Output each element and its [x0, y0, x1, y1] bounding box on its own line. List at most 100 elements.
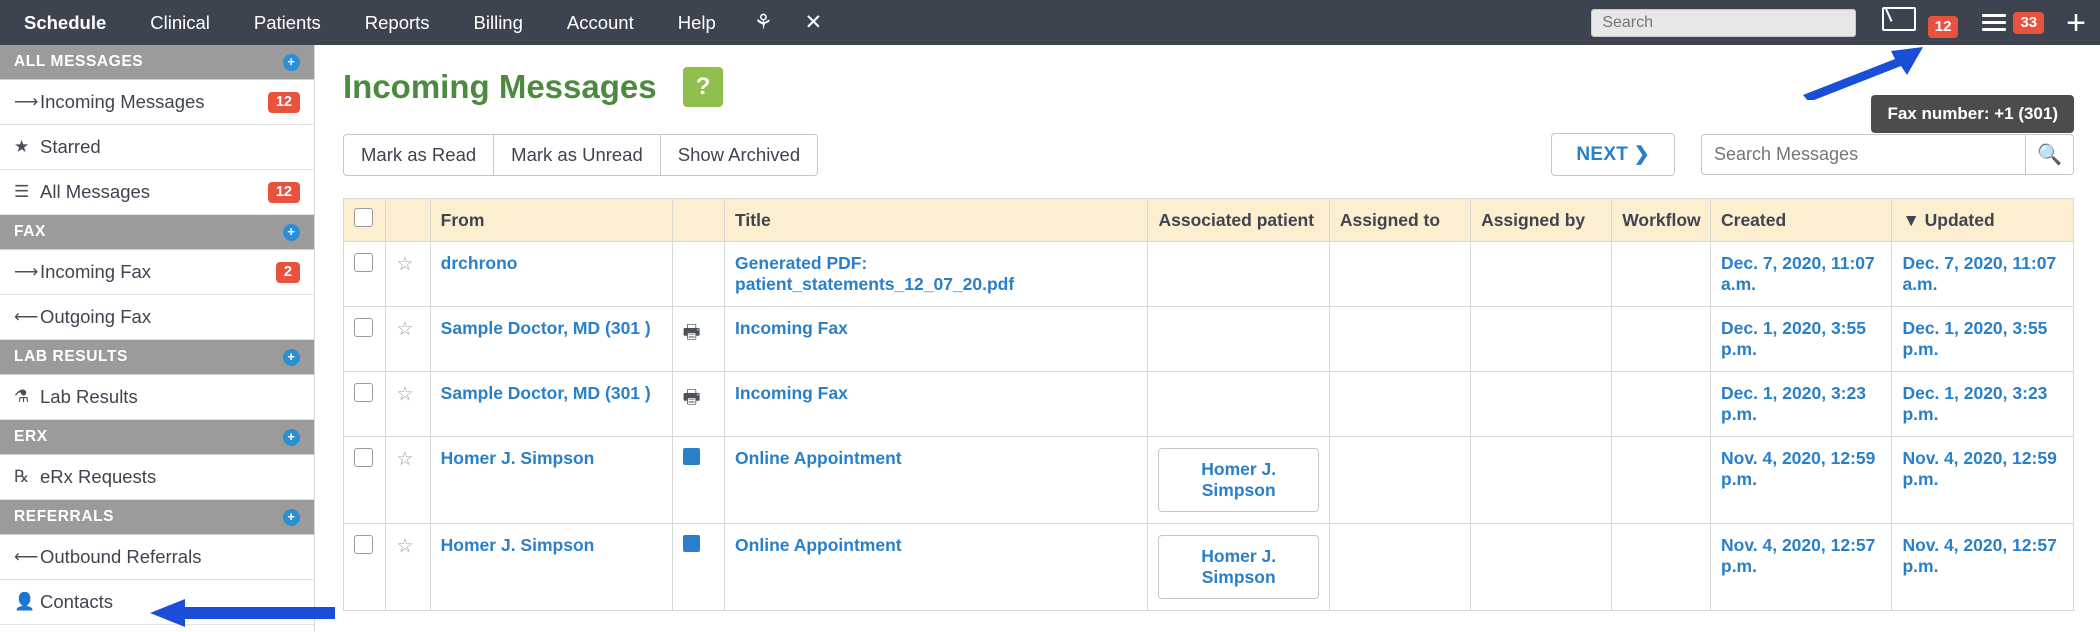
sidebar-item-label: Outbound Referrals: [40, 546, 202, 567]
add-plus-icon[interactable]: +: [2066, 6, 2086, 40]
sidebar-item-outgoing-fax[interactable]: ⟵ Outgoing Fax: [0, 295, 314, 340]
show-archived-button[interactable]: Show Archived: [659, 133, 819, 176]
plus-circle-icon[interactable]: +: [283, 508, 300, 526]
row-from[interactable]: drchrono: [429, 241, 673, 307]
row-from[interactable]: Sample Doctor, MD (301 ): [429, 371, 673, 437]
row-checkbox[interactable]: [354, 383, 373, 402]
nav-item-reports[interactable]: Reports: [343, 0, 452, 45]
row-title[interactable]: Online Appointment: [724, 523, 1149, 611]
row-title[interactable]: Incoming Fax: [724, 371, 1149, 437]
row-assigned-by: [1470, 371, 1613, 437]
row-title[interactable]: Incoming Fax: [724, 306, 1149, 372]
nav-item-patients[interactable]: Patients: [232, 0, 343, 45]
star-icon[interactable]: ☆: [396, 254, 413, 275]
assigned-by-column-header[interactable]: Assigned by: [1470, 198, 1613, 242]
assigned-to-column-header[interactable]: Assigned to: [1328, 198, 1472, 242]
search-input[interactable]: [1591, 8, 1857, 37]
star-icon[interactable]: ☆: [396, 384, 413, 405]
row-star-cell: ☆: [385, 371, 431, 437]
row-checkbox[interactable]: [354, 535, 373, 554]
star-icon[interactable]: ☆: [396, 449, 413, 470]
plus-circle-icon[interactable]: +: [283, 223, 300, 241]
created-column-header[interactable]: Created: [1709, 198, 1893, 242]
row-updated[interactable]: Dec. 7, 2020, 11:07 a.m.: [1891, 241, 2074, 307]
mark-as-unread-button[interactable]: Mark as Unread: [493, 133, 661, 176]
sidebar-item-lab-results[interactable]: ⚗ Lab Results: [0, 375, 314, 420]
star-icon[interactable]: ☆: [396, 536, 413, 557]
sidebar-section-all-messages: ALL MESSAGES +: [0, 45, 314, 80]
plus-circle-icon[interactable]: +: [283, 348, 300, 366]
title-column-header[interactable]: Title: [724, 198, 1149, 242]
menu-hamburger-icon[interactable]: 33: [1982, 10, 2045, 35]
toolbar-button-group: Mark as Read Mark as Unread Show Archive…: [343, 133, 819, 176]
main-content: Fax number: +1 (301) Incoming Messages ?…: [315, 45, 2100, 632]
table-row[interactable]: ☆ Homer J. Simpson Online Appointment Ho…: [342, 523, 2074, 611]
nav-item-billing[interactable]: Billing: [452, 0, 545, 45]
row-created[interactable]: Dec. 1, 2020, 3:23 p.m.: [1709, 371, 1893, 437]
blue-square-icon: [682, 535, 700, 552]
row-checkbox[interactable]: [354, 448, 373, 467]
row-checkbox-cell: [342, 436, 387, 524]
associated-patient-column-header[interactable]: Associated patient: [1147, 198, 1330, 242]
page-header: Incoming Messages ?: [343, 67, 2074, 107]
updated-column-header[interactable]: ▼ Updated: [1891, 198, 2074, 242]
row-assigned-by: [1470, 436, 1613, 524]
sidebar-item-contacts[interactable]: 👤 Contacts: [0, 580, 314, 625]
row-updated[interactable]: Nov. 4, 2020, 12:59 p.m.: [1891, 436, 2074, 524]
row-type-icon: 🖶: [671, 371, 726, 437]
hamburger-glyph: [1982, 10, 2007, 35]
sidebar-item-incoming-fax[interactable]: ⟶ Incoming Fax 2: [0, 250, 314, 295]
sidebar: ALL MESSAGES + ⟶ Incoming Messages 12 ★ …: [0, 45, 315, 632]
sidebar-item-outbound-referrals[interactable]: ⟵ Outbound Referrals: [0, 535, 314, 580]
select-all-checkbox[interactable]: [354, 208, 373, 227]
row-updated[interactable]: Dec. 1, 2020, 3:23 p.m.: [1891, 371, 2074, 437]
row-created[interactable]: Nov. 4, 2020, 12:59 p.m.: [1709, 436, 1893, 524]
nav-item-help[interactable]: Help: [656, 0, 738, 45]
table-row[interactable]: ☆ drchrono Generated PDF: patient_statem…: [342, 241, 2074, 307]
plus-circle-icon[interactable]: +: [283, 53, 300, 71]
row-from[interactable]: Homer J. Simpson: [429, 436, 673, 524]
from-column-header[interactable]: From: [429, 198, 673, 242]
row-updated[interactable]: Dec. 1, 2020, 3:55 p.m.: [1891, 306, 2074, 372]
row-created[interactable]: Dec. 7, 2020, 11:07 a.m.: [1709, 241, 1893, 307]
row-associated-patient: Homer J. Simpson: [1147, 436, 1330, 524]
row-checkbox[interactable]: [354, 253, 373, 272]
sidebar-item-erx-requests[interactable]: ℞ eRx Requests: [0, 455, 314, 500]
sidebar-item-all-messages[interactable]: ☰ All Messages 12: [0, 170, 314, 215]
row-created[interactable]: Dec. 1, 2020, 3:55 p.m.: [1709, 306, 1893, 372]
workflow-column-header[interactable]: Workflow: [1611, 198, 1711, 242]
sidebar-item-starred[interactable]: ★ Starred: [0, 125, 314, 170]
close-icon[interactable]: ✕: [789, 10, 839, 35]
next-page-button[interactable]: NEXT ❯: [1551, 133, 1675, 176]
associated-patient-button[interactable]: Homer J. Simpson: [1158, 535, 1319, 599]
sidebar-item-label: All Messages: [40, 181, 151, 202]
row-from[interactable]: Sample Doctor, MD (301 ): [429, 306, 673, 372]
row-from[interactable]: Homer J. Simpson: [429, 523, 673, 611]
sidebar-item-incoming-messages[interactable]: ⟶ Incoming Messages 12: [0, 80, 314, 125]
nav-item-schedule[interactable]: Schedule: [0, 0, 128, 45]
table-row[interactable]: ☆ Sample Doctor, MD (301 ) 🖶 Incoming Fa…: [342, 371, 2074, 437]
nav-item-account[interactable]: Account: [545, 0, 656, 45]
stethoscope-icon[interactable]: ⚘: [738, 10, 789, 35]
associated-patient-button[interactable]: Homer J. Simpson: [1158, 448, 1319, 512]
row-checkbox-cell: [342, 306, 387, 372]
table-row[interactable]: ☆ Homer J. Simpson Online Appointment Ho…: [342, 436, 2074, 524]
mark-as-read-button[interactable]: Mark as Read: [343, 133, 495, 176]
row-title[interactable]: Generated PDF: patient_statements_12_07_…: [724, 241, 1149, 307]
row-associated-patient: [1147, 371, 1330, 437]
search-messages-button[interactable]: 🔍: [2026, 134, 2074, 175]
row-checkbox[interactable]: [354, 318, 373, 337]
help-button[interactable]: ?: [683, 67, 724, 107]
table-row[interactable]: ☆ Sample Doctor, MD (301 ) 🖶 Incoming Fa…: [342, 306, 2074, 372]
row-created[interactable]: Nov. 4, 2020, 12:57 p.m.: [1709, 523, 1893, 611]
nav-item-clinical[interactable]: Clinical: [128, 0, 232, 45]
star-column-header: [385, 198, 431, 242]
search-messages-input[interactable]: [1701, 134, 2026, 175]
messages-envelope-icon[interactable]: 12: [1882, 7, 1959, 38]
row-title[interactable]: Online Appointment: [724, 436, 1149, 524]
star-icon[interactable]: ☆: [396, 319, 413, 340]
row-assigned-to: [1328, 306, 1472, 372]
row-updated[interactable]: Nov. 4, 2020, 12:57 p.m.: [1891, 523, 2074, 611]
plus-circle-icon[interactable]: +: [283, 428, 300, 446]
fax-number-tooltip: Fax number: +1 (301): [1871, 95, 2074, 133]
